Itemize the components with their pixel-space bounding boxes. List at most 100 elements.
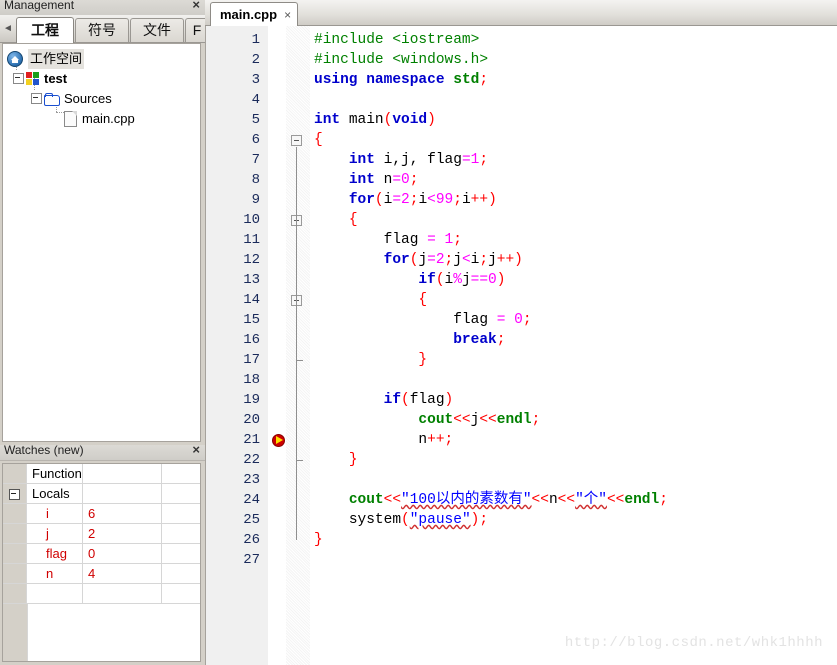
tab-scroll-left-icon[interactable]: ◄ — [2, 21, 14, 37]
watch-type-cell — [163, 464, 200, 483]
watch-row[interactable]: Function — [3, 464, 200, 484]
watch-value-cell: 2 — [84, 524, 162, 543]
code-line[interactable]: int main(void) — [314, 110, 436, 130]
tree-expander-icon[interactable] — [31, 93, 42, 105]
execution-arrow-icon — [276, 436, 283, 444]
watch-expander-icon[interactable] — [9, 489, 20, 500]
tree-expander-icon[interactable] — [13, 73, 24, 85]
code-line[interactable]: flag = 0; — [314, 310, 531, 330]
tree-item-Sources[interactable]: Sources — [31, 88, 112, 108]
code-line[interactable]: for(j=2;j<i;j++) — [314, 250, 523, 270]
watch-value-cell — [84, 464, 162, 483]
tab-label: main.cpp — [220, 7, 278, 22]
code-line[interactable]: for(i=2;i<99;i++) — [314, 190, 497, 210]
project-tree[interactable]: 工作空间 test Sources main.cpp — [2, 43, 201, 442]
code-line[interactable]: #include <iostream> — [314, 30, 479, 50]
watches-dock: Watches (new) × Function Locals i 6 j 2 flag 0 n… — [0, 442, 205, 665]
tree-item-工作空间[interactable]: 工作空间 — [7, 48, 85, 69]
breakpoint-icon[interactable] — [272, 434, 285, 447]
watch-row-gutter — [3, 484, 27, 503]
code-line[interactable]: system("pause"); — [314, 510, 488, 530]
breakpoint-gutter[interactable] — [268, 26, 286, 665]
watch-row[interactable]: i6 — [3, 504, 200, 524]
line-number: 25 — [243, 512, 260, 528]
line-number-gutter: 1 2 3 4 5 6 7 8 9 10 11 12 13 14 15 16 17 18 19 20 21 22 23 24 2… — [206, 26, 268, 665]
watch-name-cell: Function — [28, 464, 83, 483]
watch-value-cell — [84, 584, 162, 603]
code-line[interactable]: if(flag) — [314, 390, 454, 410]
close-icon[interactable]: × — [192, 0, 200, 12]
code-line[interactable]: } — [314, 530, 323, 550]
watch-row[interactable]: flag 0 — [3, 544, 200, 564]
home-icon — [7, 50, 23, 67]
tree-item-main.cpp[interactable]: main.cpp — [53, 108, 135, 128]
watches-close-icon[interactable]: × — [192, 442, 200, 457]
watch-type-cell — [163, 504, 200, 523]
watch-value-cell: 4 — [84, 564, 162, 583]
tree-item-label: 工作空间 — [28, 48, 85, 69]
watch-row[interactable] — [3, 584, 200, 604]
watch-row[interactable]: Locals — [3, 484, 200, 504]
line-number: 23 — [243, 472, 260, 488]
watch-row-gutter — [3, 524, 27, 543]
tree-item-test[interactable]: test — [13, 68, 67, 88]
tree-item-label: main.cpp — [82, 110, 135, 126]
watch-gutter-filler — [3, 604, 28, 661]
watch-row[interactable]: n4 — [3, 564, 200, 584]
management-tab-2[interactable]: 符号 — [75, 18, 129, 42]
code-line[interactable]: } — [314, 450, 358, 470]
watch-value-cell: 6 — [84, 504, 162, 523]
line-number: 16 — [243, 332, 260, 348]
code-line[interactable]: { — [314, 130, 323, 150]
line-number: 11 — [243, 232, 260, 248]
code-line[interactable]: break; — [314, 330, 505, 350]
line-number: 18 — [243, 372, 260, 388]
code-text-area[interactable]: #include <iostream> #include <windows.h> u… — [310, 26, 837, 665]
line-number: 19 — [243, 392, 260, 408]
tree-item-label: test — [44, 70, 68, 86]
code-editor[interactable]: 1 2 3 4 5 6 7 8 9 10 11 12 13 14 15 16 17 18 19 20 21 22 23 24 2… — [205, 26, 837, 665]
code-line[interactable]: using namespace std; — [314, 70, 488, 90]
watch-row-gutter — [3, 544, 27, 563]
line-number: 8 — [251, 172, 260, 188]
code-line[interactable]: #include <windows.h> — [314, 50, 488, 70]
code-line[interactable]: } — [314, 350, 427, 370]
management-title: Management — [4, 0, 75, 12]
watch-name: Function — [32, 466, 82, 481]
code-line[interactable]: flag = 1; — [314, 230, 462, 250]
management-tab-label: 工程 — [31, 22, 59, 38]
fold-end-marker — [296, 360, 303, 361]
code-folding-gutter[interactable] — [286, 26, 310, 665]
code-line[interactable]: int n=0; — [314, 170, 419, 190]
watches-grid[interactable]: Function Locals i 6 j 2 flag 0 n 4 — [2, 463, 201, 662]
code-line[interactable]: if(i%j==0) — [314, 270, 505, 290]
fold-toggle-icon[interactable] — [291, 135, 302, 146]
watch-row-gutter — [3, 504, 27, 523]
management-tabbar: ◄ ► 工程符号文件F — [0, 15, 209, 43]
folder-icon — [44, 92, 60, 106]
watches-title: Watches (new) — [4, 443, 84, 457]
management-tab-1[interactable]: 工程 — [16, 17, 74, 43]
watch-row[interactable]: j2 — [3, 524, 200, 544]
watch-type-cell — [163, 564, 200, 583]
code-line[interactable]: { — [314, 210, 358, 230]
code-line[interactable]: int i,j, flag=1; — [314, 150, 488, 170]
watch-row-gutter — [3, 464, 27, 483]
line-number: 4 — [251, 92, 260, 108]
management-tab-3[interactable]: 文件 — [130, 18, 184, 42]
management-tab-label: 文件 — [143, 22, 171, 38]
tab-main-cpp[interactable]: main.cpp × — [210, 2, 299, 28]
code-line[interactable]: n++; — [314, 430, 453, 450]
watch-row-gutter — [3, 584, 27, 603]
watch-name: flag — [46, 546, 67, 561]
code-line[interactable]: cout<<"100以内的素数有"<<n<<"个"<<endl; — [314, 490, 668, 510]
line-number: 20 — [243, 412, 260, 428]
line-number: 10 — [243, 212, 260, 228]
watch-value-cell — [84, 484, 162, 503]
code-line[interactable]: cout<<j<<endl; — [314, 410, 540, 430]
editor-dock: main.cpp × 1 2 3 4 5 6 7 8 9 10 11 12 13 14 15 16 17 18 19 2… — [205, 0, 837, 665]
line-number: 17 — [243, 352, 260, 368]
code-line[interactable]: { — [314, 290, 427, 310]
management-tab-label: F — [192, 22, 202, 38]
tab-close-icon[interactable]: × — [284, 3, 291, 27]
